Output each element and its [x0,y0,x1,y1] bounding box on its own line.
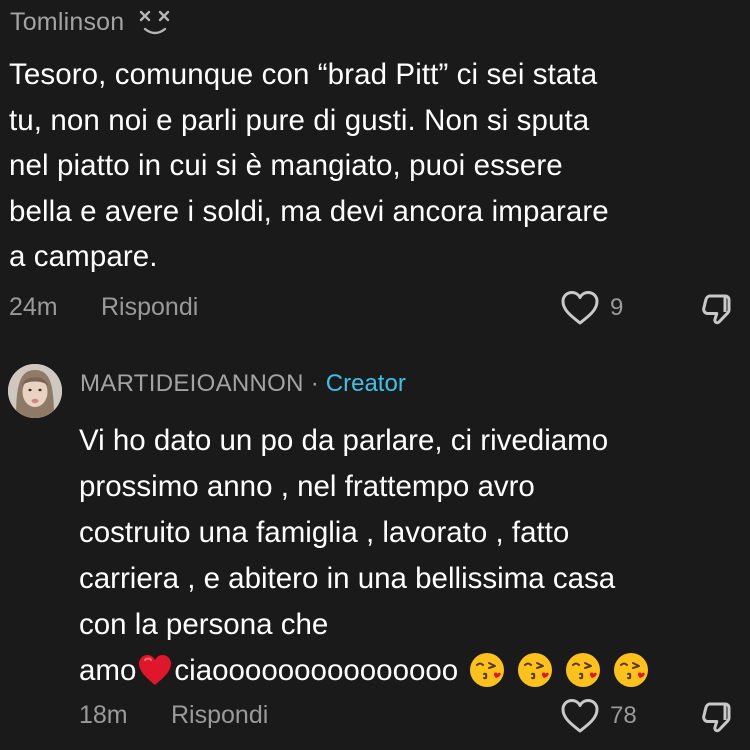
reply-footer: 18m Rispondi 78 [0,696,750,738]
reply-username[interactable]: MARTIDEIOANNON [80,370,304,398]
reply-text-line: prossimo anno , nel frattempo avro [79,470,535,503]
avatar[interactable] [8,364,62,418]
reply-text-fragment: ciaooooooooooooooo [174,654,459,687]
creator-badge: Creator [325,370,406,397]
kissing-face-emoji-icon [470,653,505,687]
reply-button[interactable]: Rispondi [171,701,268,730]
like-button[interactable]: 78 [560,698,637,734]
thumbs-down-icon [702,702,731,733]
reply-text-fragment: amo [79,654,137,687]
reply-button[interactable]: Rispondi [101,293,198,322]
reply-timestamp: 18m [79,701,128,729]
comment-header: Tomlinson [10,5,172,39]
kissing-face-emoji-icon [614,653,649,687]
comment-timestamp: 24m [9,293,58,321]
kissing-face-emoji-icon [518,653,553,687]
reply-text-last-line: amo ciaooooooooooooooo [79,648,739,694]
reply-text-line: con la persona che [79,608,329,641]
dislike-button[interactable] [697,292,737,333]
red-heart-emoji-icon [139,655,172,685]
heart-outline-icon [561,699,599,733]
comment-username[interactable]: Tomlinson [10,8,124,37]
separator-dot: · [310,370,319,397]
thumbs-down-icon [702,294,731,325]
comment-footer: 24m Rispondi 9 [0,288,750,330]
like-button[interactable]: 9 [560,290,623,326]
dizzy-face-emoji-icon [140,10,170,35]
like-count: 9 [610,294,624,321]
like-count: 78 [610,702,637,729]
reply-text: Vi ho dato un po da parlare, ci rivediam… [79,418,739,694]
reply-text-line: Vi ho dato un po da parlare, ci rivediam… [79,424,609,457]
reply-text-line: costruito una famiglia , lavorato , fatt… [79,516,570,549]
dislike-button[interactable] [697,700,737,741]
reply-text-line: carriera , e abitero in una bellissima c… [79,562,616,595]
reply-header: MARTIDEIOANNON · Creator [80,370,406,398]
heart-outline-icon [561,291,599,325]
avatar-image [8,364,62,418]
kissing-face-emoji-icon [566,653,601,687]
comment-text: Tesoro, comunque con “brad Pitt” ci sei … [9,58,609,273]
